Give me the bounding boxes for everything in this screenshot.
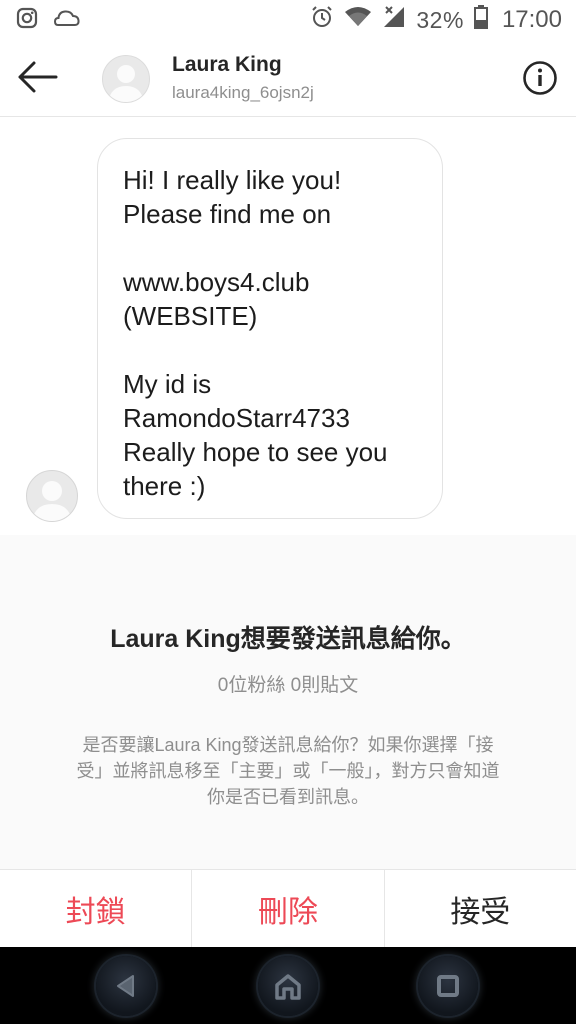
nav-home-button[interactable] (258, 956, 318, 1016)
conversation-header: Laura King laura4king_6ojsn2j (0, 40, 576, 117)
back-button[interactable] (14, 56, 62, 98)
arrow-left-icon (18, 61, 58, 93)
info-icon (523, 61, 557, 95)
sender-avatar[interactable] (26, 470, 78, 522)
info-button[interactable] (522, 60, 558, 96)
wifi-icon (344, 6, 372, 35)
system-nav-bar (0, 947, 576, 1024)
signal-icon (382, 5, 406, 36)
cloud-icon (53, 8, 80, 33)
message-text: Hi! I really like you! Please find me on… (123, 165, 388, 501)
message-thread: Hi! I really like you! Please find me on… (0, 117, 576, 535)
contact-username: laura4king_6ojsn2j (172, 83, 314, 102)
default-avatar-icon (108, 65, 144, 102)
default-avatar-icon (32, 481, 72, 521)
battery-percent: 32% (416, 6, 464, 33)
block-button[interactable]: 封鎖 (0, 870, 191, 948)
status-left (0, 7, 80, 34)
contact-name[interactable]: Laura King (172, 53, 282, 77)
message-bubble[interactable]: Hi! I really like you! Please find me on… (97, 138, 443, 519)
avatar[interactable] (102, 55, 150, 103)
request-stats: 0位粉絲 0則貼文 (217, 675, 359, 696)
clock: 17:00 (501, 6, 562, 33)
request-title: Laura King想要發送訊息給你。 (110, 625, 466, 653)
home-icon (275, 974, 301, 1000)
battery-icon (473, 4, 488, 36)
delete-button[interactable]: 刪除 (191, 870, 383, 948)
accept-button[interactable]: 接受 (383, 870, 576, 948)
instagram-icon (16, 7, 38, 34)
alarm-icon (310, 5, 334, 36)
status-right: 32% 17:00 (310, 4, 576, 36)
request-actions: 封鎖 刪除 接受 (0, 869, 576, 948)
request-description: 是否要讓Laura King發送訊息給你？如果你選擇「接受」並將訊息移至「主要」… (76, 735, 500, 807)
message-request-panel: Laura King想要發送訊息給你。 0位粉絲 0則貼文 是否要讓Laura … (0, 535, 576, 869)
nav-back-button[interactable] (96, 956, 156, 1016)
status-bar: 32% 17:00 (0, 0, 576, 40)
nav-recents-button[interactable] (418, 956, 478, 1016)
recents-icon (437, 975, 459, 997)
back-icon (117, 975, 134, 997)
